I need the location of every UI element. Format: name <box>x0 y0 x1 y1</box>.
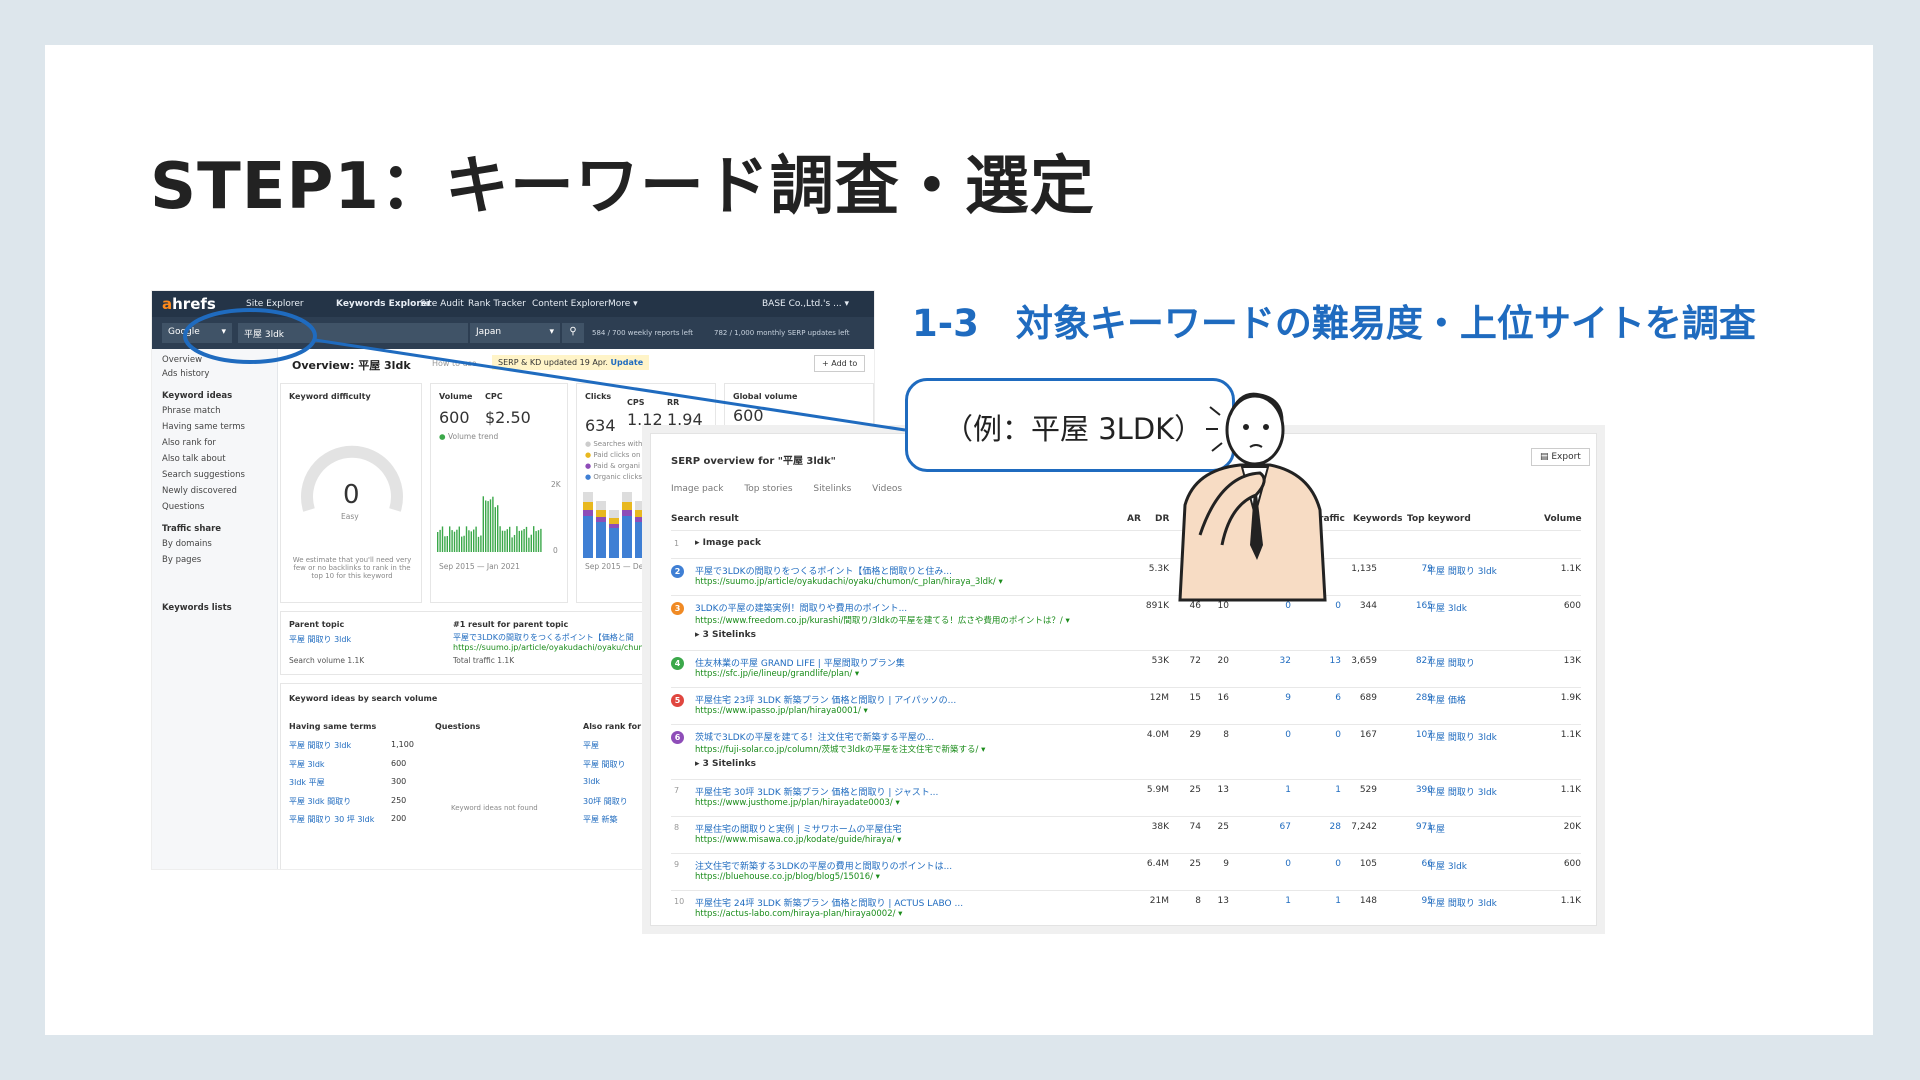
pointer-line <box>314 338 906 432</box>
annotation-overlay <box>183 308 906 432</box>
thinking-man-illustration <box>1178 392 1327 602</box>
highlight-ellipse <box>183 308 317 364</box>
